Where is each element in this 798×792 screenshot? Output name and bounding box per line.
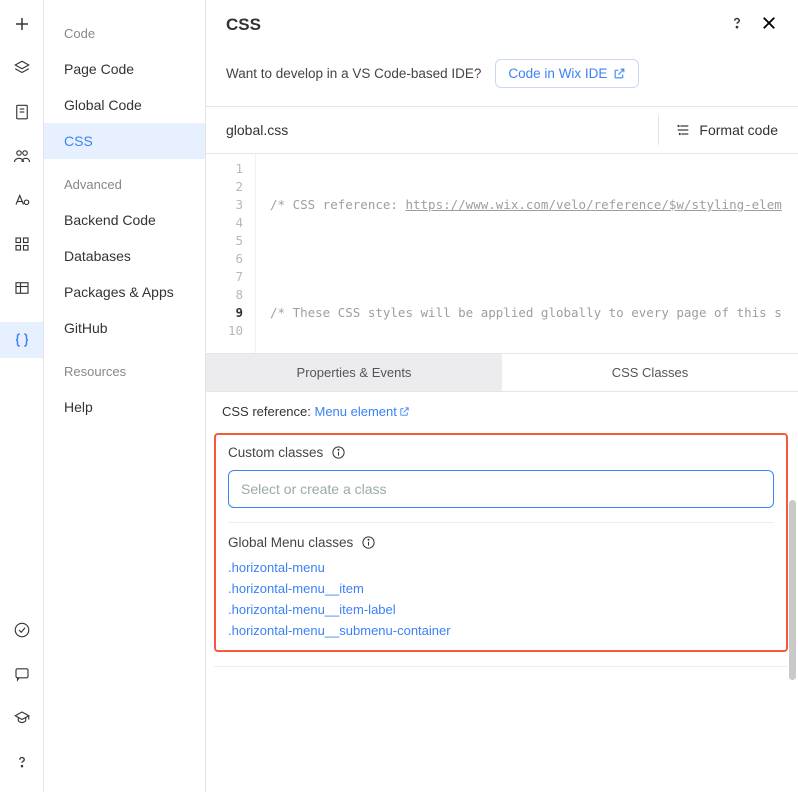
ide-prompt-text: Want to develop in a VS Code-based IDE? — [226, 66, 481, 81]
sidebar-header-resources: Resources — [44, 346, 205, 389]
custom-classes-header: Custom classes — [228, 445, 774, 460]
braces-icon — [12, 330, 32, 350]
code-editor[interactable]: 1 2 3 4 5 6 7 8 9 10 /* CSS reference: h… — [206, 153, 798, 353]
sidebar-item-backend[interactable]: Backend Code — [44, 202, 205, 238]
info-icon[interactable] — [331, 445, 346, 460]
global-classes-header: Global Menu classes — [228, 535, 774, 550]
global-class-link[interactable]: .horizontal-menu — [228, 560, 774, 575]
external-link-icon — [613, 67, 626, 80]
sidebar-header-advanced: Advanced — [44, 159, 205, 202]
help-rail-icon[interactable] — [12, 752, 32, 772]
code-in-wix-ide-button[interactable]: Code in Wix IDE — [495, 59, 639, 88]
learn-icon[interactable] — [12, 708, 32, 728]
sidebar-header-code: Code — [44, 8, 205, 51]
sidebar-item-github[interactable]: GitHub — [44, 310, 205, 346]
help-icon[interactable] — [728, 14, 746, 35]
format-icon — [675, 122, 691, 138]
external-link-icon — [399, 406, 410, 417]
classes-panel-highlighted: Custom classes Global Menu classes .hori… — [214, 433, 788, 652]
editor-content[interactable]: /* CSS reference: https://www.wix.com/ve… — [256, 154, 782, 353]
page-title: CSS — [226, 15, 261, 35]
sidebar-item-page-code[interactable]: Page Code — [44, 51, 205, 87]
format-code-button[interactable]: Format code — [658, 115, 778, 145]
code-rail-item[interactable] — [0, 322, 43, 358]
apps-grid-icon[interactable] — [12, 234, 32, 254]
check-circle-icon[interactable] — [12, 620, 32, 640]
code-sidebar: Code Page Code Global Code CSS Advanced … — [44, 0, 206, 792]
menu-element-link[interactable]: Menu element — [315, 404, 410, 419]
add-icon[interactable] — [12, 14, 32, 34]
editor-gutter: 1 2 3 4 5 6 7 8 9 10 — [206, 154, 256, 353]
custom-class-input[interactable] — [228, 470, 774, 508]
tab-css-classes[interactable]: CSS Classes — [502, 354, 798, 391]
layers-icon[interactable] — [12, 58, 32, 78]
global-class-link[interactable]: .horizontal-menu__item — [228, 581, 774, 596]
sidebar-item-css[interactable]: CSS — [44, 123, 205, 159]
sidebar-item-packages[interactable]: Packages & Apps — [44, 274, 205, 310]
sidebar-item-help[interactable]: Help — [44, 389, 205, 425]
people-icon[interactable] — [12, 146, 32, 166]
global-class-link[interactable]: .horizontal-menu__submenu-container — [228, 623, 774, 638]
css-reference-row: CSS reference: Menu element — [206, 392, 798, 431]
icon-rail — [0, 0, 44, 792]
main-panel: CSS Want to develop in a VS Code-based I… — [206, 0, 798, 792]
tab-properties-events[interactable]: Properties & Events — [206, 354, 502, 391]
sidebar-item-databases[interactable]: Databases — [44, 238, 205, 274]
scrollbar-thumb[interactable] — [789, 500, 796, 680]
sidebar-item-global-code[interactable]: Global Code — [44, 87, 205, 123]
bottom-tabs: Properties & Events CSS Classes — [206, 353, 798, 392]
file-name-label: global.css — [226, 122, 288, 138]
page-icon[interactable] — [12, 102, 32, 122]
info-icon[interactable] — [361, 535, 376, 550]
table-icon[interactable] — [12, 278, 32, 298]
comment-icon[interactable] — [12, 664, 32, 684]
typography-icon[interactable] — [12, 190, 32, 210]
close-icon[interactable] — [760, 14, 778, 35]
global-class-link[interactable]: .horizontal-menu__item-label — [228, 602, 774, 617]
